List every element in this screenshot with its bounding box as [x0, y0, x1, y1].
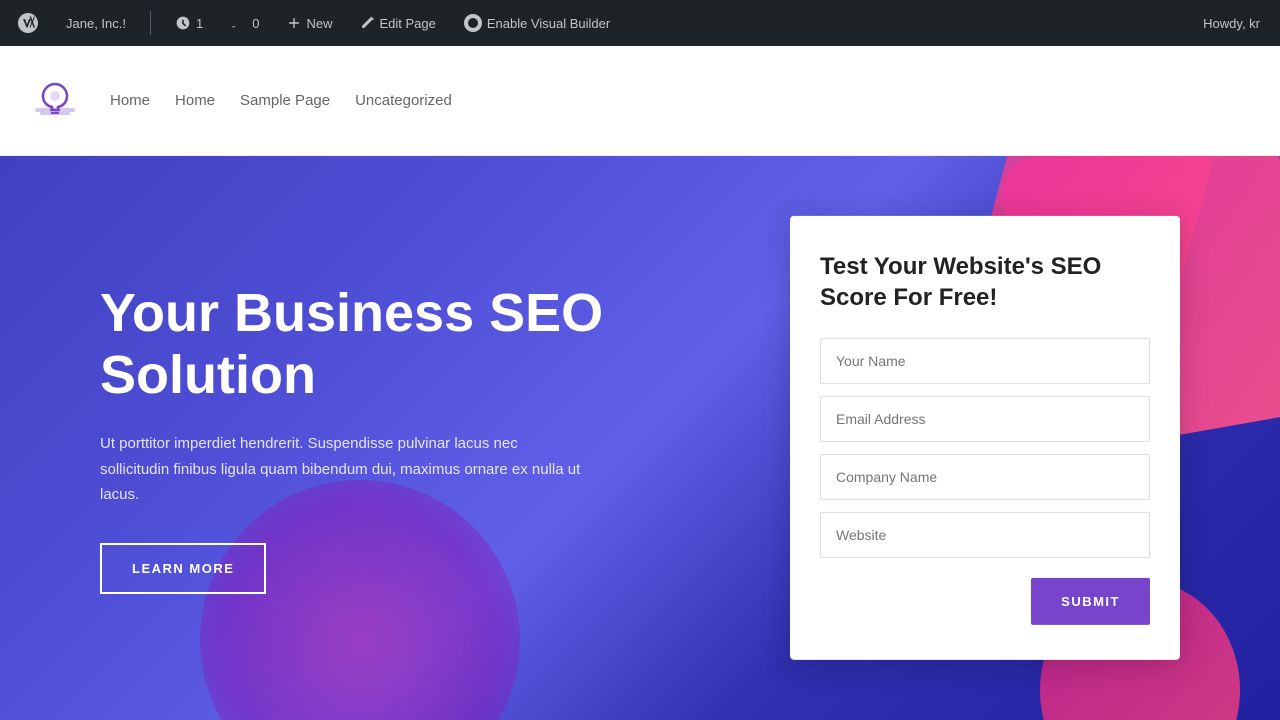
site-header: Home Home Sample Page Uncategorized: [0, 46, 1280, 156]
updates-button[interactable]: 1: [167, 11, 211, 35]
comments-button[interactable]: 0: [223, 11, 267, 35]
comments-count: 0: [252, 16, 259, 31]
admin-bar-divider: [150, 11, 151, 35]
logo-icon: [30, 76, 80, 126]
site-logo[interactable]: [30, 76, 80, 126]
nav-home-2[interactable]: Home: [175, 92, 215, 109]
form-submit-row: SUBMIT: [820, 578, 1150, 625]
learn-more-button[interactable]: LEARN MORE: [100, 543, 266, 594]
site-name-button[interactable]: Jane, Inc.!: [58, 12, 134, 35]
new-content-button[interactable]: New: [279, 12, 340, 35]
email-address-input[interactable]: [820, 396, 1150, 442]
howdy-label: Howdy, kr: [1203, 16, 1270, 31]
edit-page-button[interactable]: Edit Page: [352, 12, 443, 35]
hero-section: Your Business SEO Solution Ut porttitor …: [0, 156, 1280, 720]
edit-page-label: Edit Page: [379, 16, 435, 31]
company-name-input[interactable]: [820, 454, 1150, 500]
hero-content: Your Business SEO Solution Ut porttitor …: [0, 282, 650, 594]
visual-builder-label: Enable Visual Builder: [487, 16, 610, 31]
site-name-label: Jane, Inc.!: [66, 16, 126, 31]
form-title: Test Your Website's SEO Score For Free!: [820, 251, 1150, 313]
enable-visual-builder-button[interactable]: Enable Visual Builder: [456, 10, 618, 36]
wordpress-logo-button[interactable]: [10, 9, 46, 37]
nav-uncategorized[interactable]: Uncategorized: [355, 92, 452, 109]
hero-title: Your Business SEO Solution: [100, 282, 650, 406]
hero-description: Ut porttitor imperdiet hendrerit. Suspen…: [100, 431, 590, 508]
site-nav: Home Home Sample Page Uncategorized: [110, 92, 452, 109]
website-input[interactable]: [820, 512, 1150, 558]
nav-sample-page[interactable]: Sample Page: [240, 92, 330, 109]
updates-count: 1: [196, 16, 203, 31]
seo-form-card: Test Your Website's SEO Score For Free! …: [790, 216, 1180, 660]
submit-button[interactable]: SUBMIT: [1031, 578, 1150, 625]
admin-bar: Jane, Inc.! 1 0 New Edit Page Enable Vis…: [0, 0, 1280, 46]
your-name-input[interactable]: [820, 338, 1150, 384]
new-label: New: [306, 16, 332, 31]
nav-home-1[interactable]: Home: [110, 92, 150, 109]
